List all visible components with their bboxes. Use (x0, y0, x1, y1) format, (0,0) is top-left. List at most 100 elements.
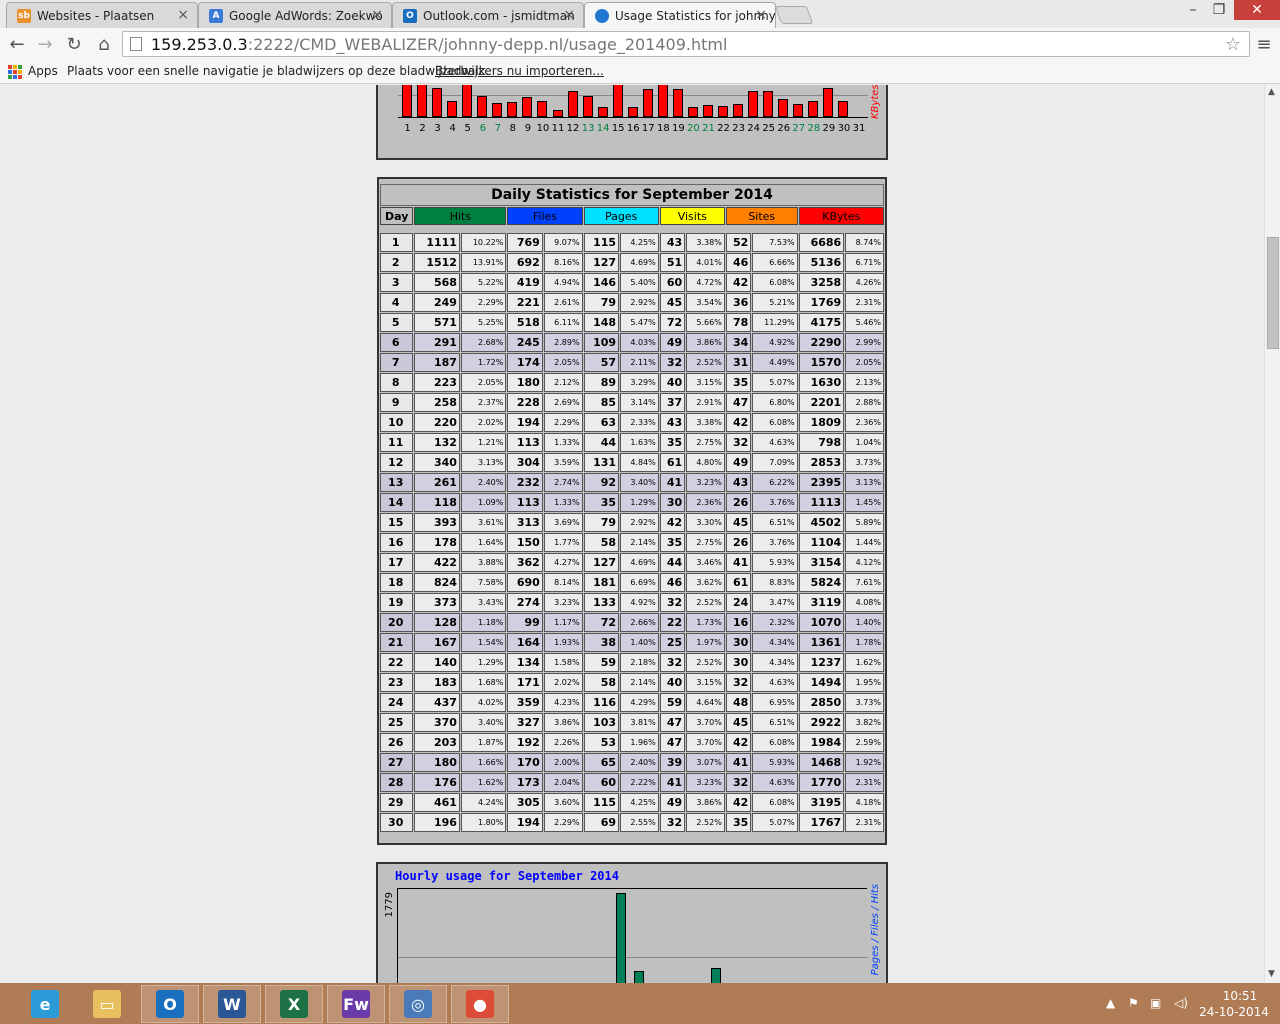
tab-adwords[interactable]: A Google AdWords: Zoekwo × (198, 2, 392, 28)
vertical-scrollbar[interactable]: ▲ ▼ (1264, 85, 1280, 983)
value-cell: 41 (659, 473, 686, 492)
daily-bar (627, 107, 638, 117)
value-cell: 61 (659, 453, 686, 472)
value-cell: 72 (583, 613, 620, 632)
day-cell: 28 (380, 773, 414, 792)
new-tab-button[interactable] (774, 6, 814, 24)
day-label: 24 (747, 123, 760, 134)
taskbar-chrome-button[interactable]: ● (451, 985, 509, 1023)
day-label: 3 (434, 123, 441, 134)
scroll-thumb[interactable] (1267, 237, 1279, 349)
value-cell: 1512 (414, 253, 460, 272)
clock-date[interactable]: 24-10-2014 (1198, 1005, 1270, 1019)
value-cell: 4175 (798, 313, 845, 332)
chrome-menu-icon[interactable]: ≡ (1254, 34, 1274, 55)
back-button[interactable]: ← (5, 32, 29, 56)
value-cell: 36 (725, 293, 752, 312)
percent-cell: 5.89% (845, 513, 884, 532)
taskbar-fw-button[interactable]: Fw (327, 985, 385, 1023)
value-cell: 146 (583, 273, 620, 292)
value-cell: 187 (414, 353, 460, 372)
hourly-legend: Pages / Files / Hits (870, 884, 881, 976)
forward-button[interactable]: → (33, 32, 57, 56)
percent-cell: 1.54% (460, 633, 507, 652)
network-icon[interactable]: ▣ (1150, 996, 1161, 1010)
daily-bar (597, 107, 608, 117)
percent-cell: 4.69% (620, 553, 659, 572)
day-label: 4 (449, 123, 456, 134)
table-row: 10 220 2.02% 194 2.29% 63 2.33% 43 3.38% 42 6.08% 1… (380, 413, 884, 432)
restore-button[interactable]: ❐ (1206, 0, 1232, 20)
close-icon[interactable]: × (755, 7, 767, 23)
value-cell: 109 (583, 333, 620, 352)
windows-taskbar: e ▭ O W X Fw ◎ ● ▲ ⚑ ▣ ◁) 10:51 24-10-2014 (0, 983, 1280, 1024)
close-icon[interactable]: × (563, 7, 575, 23)
minimize-button[interactable]: – (1180, 0, 1206, 20)
import-bookmarks-link[interactable]: Bladwijzers nu importeren... (435, 64, 604, 78)
table-row: 9 258 2.37% 228 2.69% 85 3.14% 37 2.91% 47 6.80% 22… (380, 393, 884, 412)
value-cell: 128 (414, 613, 460, 632)
value-cell: 2395 (798, 473, 845, 492)
percent-cell: 1.29% (460, 653, 507, 672)
day-cell: 2 (380, 253, 414, 272)
percent-cell: 2.59% (845, 733, 884, 752)
daily-bar (733, 104, 744, 117)
clock-time[interactable]: 10:51 (1220, 989, 1260, 1003)
excel-icon: X (280, 990, 308, 1018)
percent-cell: 6.71% (845, 253, 884, 272)
value-cell: 1770 (798, 773, 845, 792)
close-icon[interactable]: × (177, 7, 189, 23)
value-cell: 79 (583, 293, 620, 312)
day-cell: 4 (380, 293, 414, 312)
percent-cell: 1.87% (460, 733, 507, 752)
apps-grid-icon[interactable] (8, 65, 22, 79)
percent-cell: 13.91% (460, 253, 507, 272)
value-cell: 92 (583, 473, 620, 492)
day-cell: 5 (380, 313, 414, 332)
value-cell: 304 (507, 453, 543, 472)
percent-cell: 3.70% (686, 733, 725, 752)
daily-bar (522, 97, 533, 117)
daily-bar (748, 91, 759, 117)
percent-cell: 2.52% (686, 593, 725, 612)
percent-cell: 1.04% (845, 433, 884, 452)
value-cell: 35 (659, 533, 686, 552)
scroll-up-icon[interactable]: ▲ (1268, 87, 1275, 97)
table-row: 19 373 3.43% 274 3.23% 133 4.92% 32 2.52% 24 3.47%… (380, 593, 884, 612)
tab-websites[interactable]: sb Websites - Plaatsen × (6, 2, 198, 28)
taskbar-outlook-button[interactable]: O (141, 985, 199, 1023)
home-button[interactable]: ⌂ (92, 32, 116, 56)
percent-cell: 3.15% (686, 673, 725, 692)
scroll-down-icon[interactable]: ▼ (1268, 969, 1275, 979)
day-cell: 9 (380, 393, 414, 412)
percent-cell: 2.02% (543, 673, 583, 692)
bookmark-star-icon[interactable]: ☆ (1225, 34, 1241, 55)
value-cell: 57 (583, 353, 620, 372)
percent-cell: 2.31% (845, 813, 884, 832)
day-label: 6 (479, 123, 486, 134)
taskbar-excel-button[interactable]: X (265, 985, 323, 1023)
taskbar-setup-button[interactable]: ◎ (389, 985, 447, 1023)
taskbar-explorer-button[interactable]: ▭ (78, 985, 136, 1023)
tab-usage-statistics[interactable]: Usage Statistics for johnny × (584, 2, 776, 28)
tab-outlook[interactable]: O Outlook.com - jsmidtman × (392, 2, 584, 28)
taskbar-ie-button[interactable]: e (16, 985, 74, 1023)
close-icon[interactable]: × (371, 7, 383, 23)
address-bar[interactable]: 159.253.0.3:2222/CMD_WEBALIZER/johnny-de… (122, 31, 1250, 57)
window-close-button[interactable]: ✕ (1234, 0, 1280, 20)
volume-icon[interactable]: ◁) (1174, 996, 1188, 1010)
apps-link[interactable]: Apps (28, 64, 58, 78)
graph-baseline (398, 117, 868, 118)
value-cell: 65 (583, 753, 620, 772)
percent-cell: 2.66% (620, 613, 659, 632)
tray-arrow-icon[interactable]: ▲ (1106, 996, 1115, 1010)
percent-cell: 2.99% (845, 333, 884, 352)
percent-cell: 2.52% (686, 813, 725, 832)
value-cell: 1113 (798, 493, 845, 512)
flag-icon[interactable]: ⚑ (1128, 996, 1139, 1010)
value-cell: 47 (725, 393, 752, 412)
day-label: 22 (717, 123, 730, 134)
taskbar-word-button[interactable]: W (203, 985, 261, 1023)
value-cell: 1769 (798, 293, 845, 312)
reload-button[interactable]: ↻ (62, 32, 86, 56)
